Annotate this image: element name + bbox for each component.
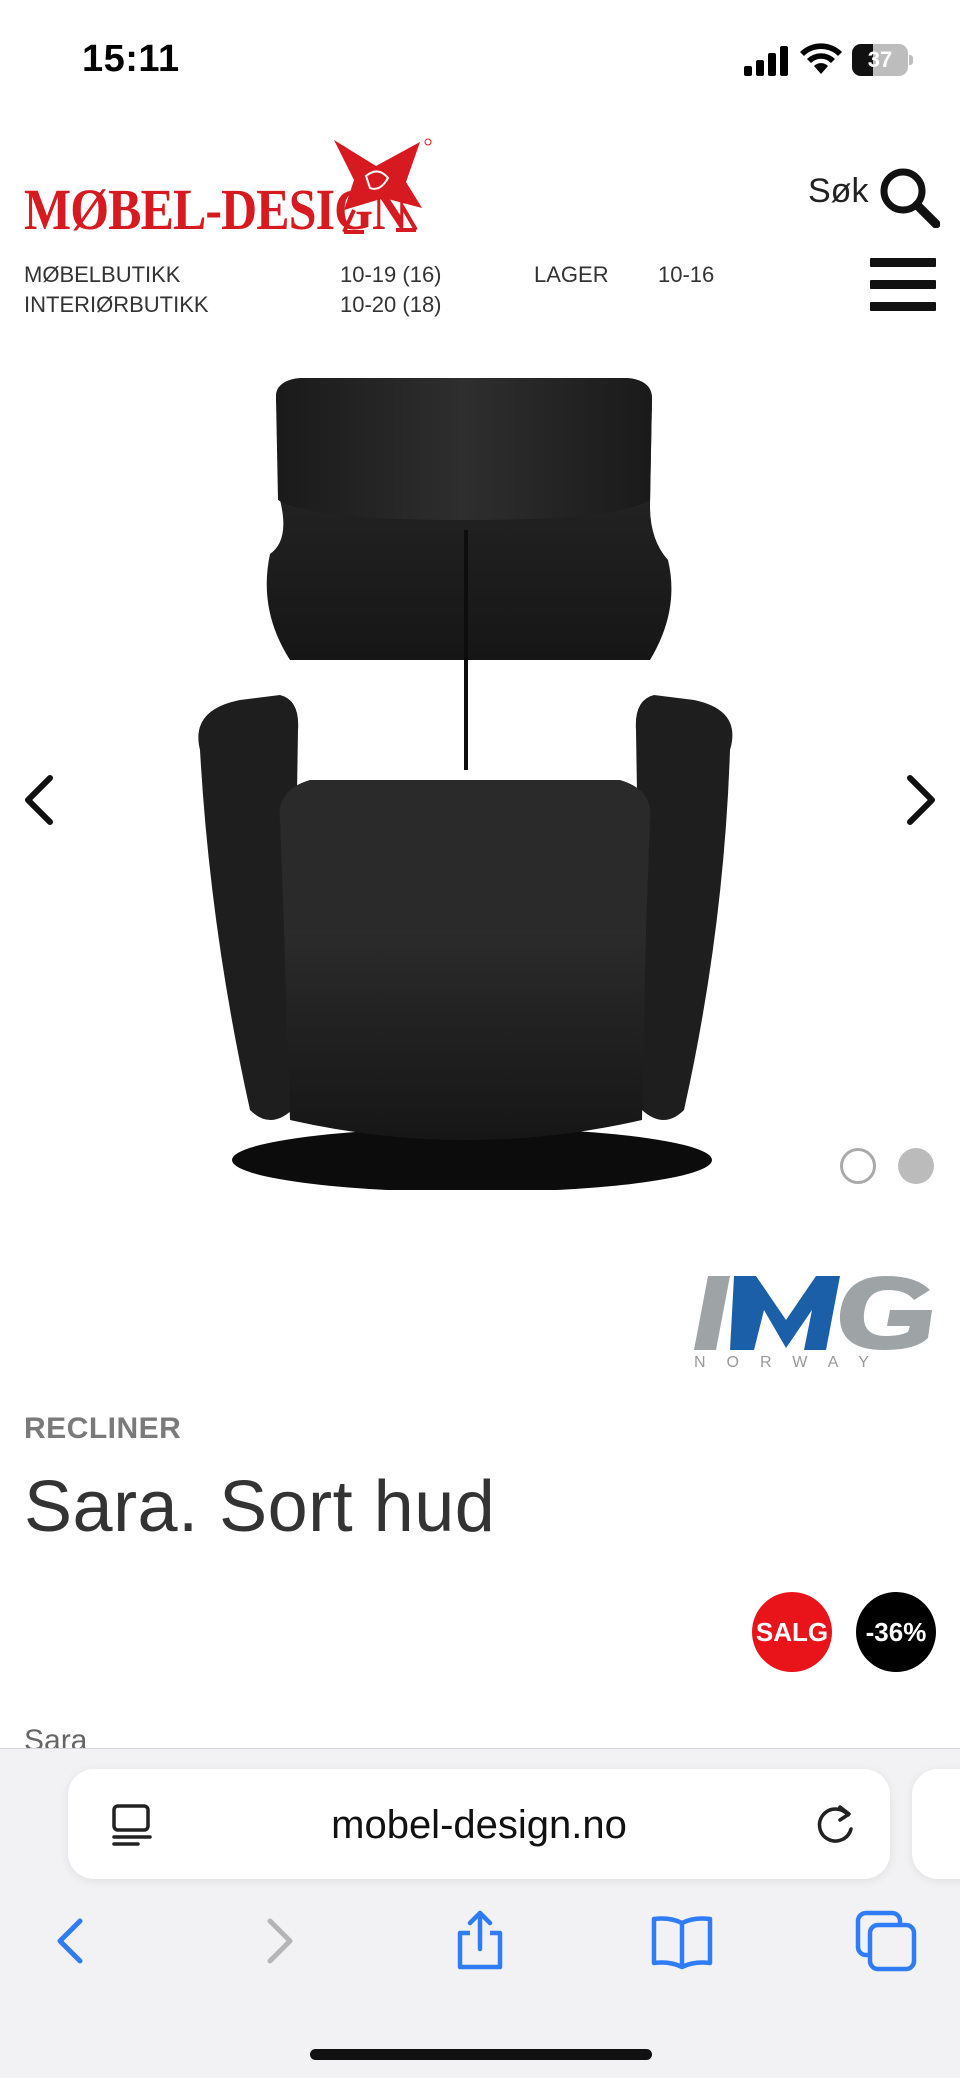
home-indicator — [310, 2049, 652, 2060]
img-logo-icon — [694, 1276, 932, 1350]
hours-label: MØBELBUTIKK — [24, 262, 181, 287]
cellular-signal-icon — [744, 46, 788, 76]
tabs-icon[interactable] — [854, 1909, 918, 1973]
butterfly-chair-logo-icon — [334, 138, 432, 234]
battery-icon: 37 — [852, 44, 913, 76]
hours-label: INTERIØRBUTIKK — [24, 292, 209, 317]
brand-logo[interactable]: NORWAY — [694, 1270, 934, 1380]
sale-badge: SALG — [752, 1592, 832, 1672]
hours-label-secondary: LAGER — [534, 262, 609, 287]
gallery-dot[interactable] — [840, 1148, 876, 1184]
menu-icon[interactable] — [870, 258, 936, 314]
battery-level: 37 — [867, 47, 893, 72]
hours-row: MØBELBUTIKK 10-19 (16) LAGER 10-16 — [24, 262, 784, 292]
product-category[interactable]: RECLINER — [24, 1412, 181, 1446]
product-image — [198, 378, 733, 1190]
hours-value: 10-19 (16) — [340, 262, 442, 287]
chevron-right-icon[interactable] — [898, 770, 942, 830]
address-bar[interactable]: mobel-design.no — [68, 1769, 890, 1879]
menu-bar — [870, 258, 936, 267]
browser-toolbar: mobel-design.no — [0, 1748, 960, 2078]
product-title: Sara. Sort hud — [24, 1467, 496, 1547]
back-icon[interactable] — [40, 1909, 104, 1973]
opening-hours: MØBELBUTIKK 10-19 (16) LAGER 10-16 INTER… — [24, 262, 784, 322]
share-icon[interactable] — [448, 1909, 512, 1973]
chevron-left-icon[interactable] — [18, 770, 62, 830]
status-bar: 15:11 37 — [0, 0, 960, 120]
search-label[interactable]: Søk — [808, 172, 868, 211]
hours-value: 10-20 (18) — [340, 292, 442, 317]
menu-bar — [870, 280, 936, 289]
url-text[interactable]: mobel-design.no — [188, 1803, 770, 1848]
status-time: 15:11 — [82, 38, 180, 80]
bookmarks-icon[interactable] — [650, 1909, 714, 1973]
battery-cap — [909, 55, 913, 65]
discount-badge: -36% — [856, 1592, 936, 1672]
forward-icon[interactable] — [246, 1909, 310, 1973]
reload-icon[interactable] — [812, 1801, 858, 1847]
product-gallery[interactable] — [0, 350, 960, 1190]
gallery-dot-active[interactable] — [898, 1148, 934, 1184]
hours-row: INTERIØRBUTIKK 10-20 (18) — [24, 292, 784, 322]
reader-icon[interactable] — [110, 1803, 154, 1847]
menu-bar — [870, 302, 936, 311]
site-logo[interactable]: MØBEL-DESIGN — [24, 136, 434, 246]
search-icon[interactable] — [878, 166, 940, 228]
next-tab-preview[interactable] — [912, 1769, 960, 1879]
brand-subtitle: NORWAY — [694, 1354, 890, 1371]
battery-body: 37 — [852, 44, 908, 76]
wifi-icon — [800, 43, 842, 74]
hours-value-secondary: 10-16 — [658, 262, 715, 287]
gallery-pagination — [840, 1148, 940, 1188]
